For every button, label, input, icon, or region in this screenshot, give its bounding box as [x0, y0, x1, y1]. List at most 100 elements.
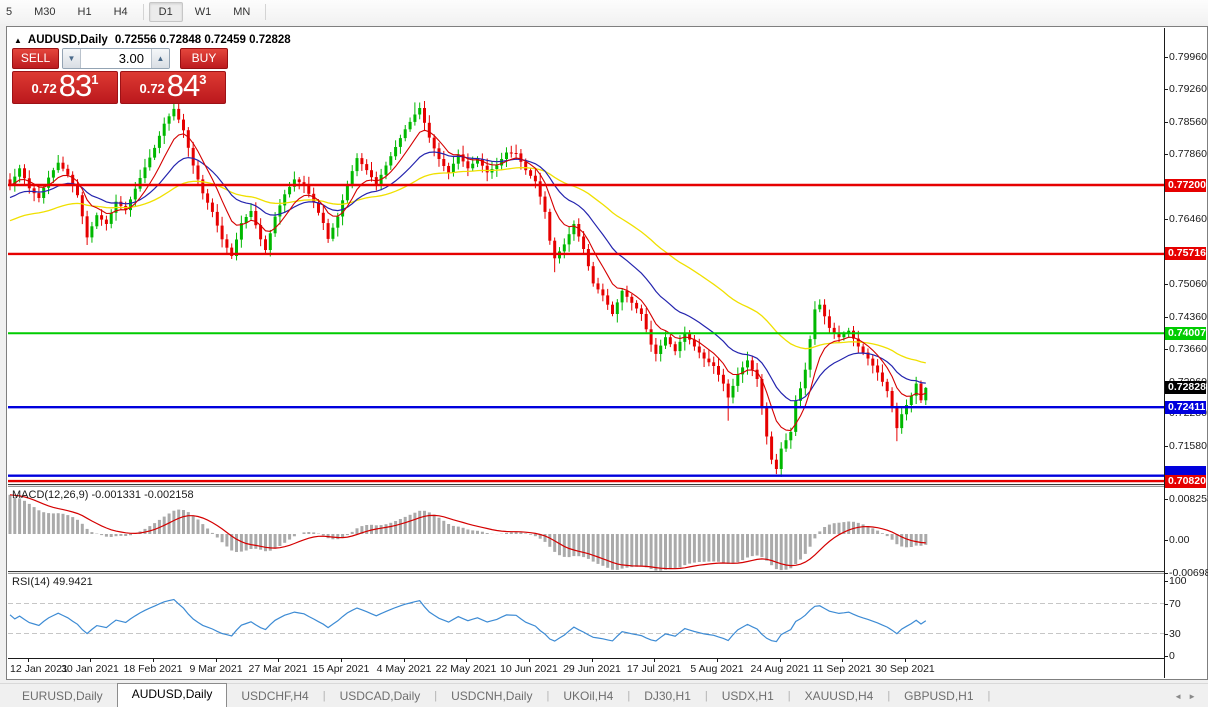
timeframe-button-mn[interactable]: MN	[223, 2, 260, 22]
date-axis-label: 5 Aug 2021	[690, 663, 744, 675]
date-axis-label: 9 Mar 2021	[189, 663, 243, 675]
timeframe-toolbar: 5 M30 H1 H4 D1 W1 MN	[0, 0, 1208, 24]
price-axis-tick-label: 0.77860	[1169, 148, 1207, 160]
price-axis-tick-label: 0.71580	[1169, 440, 1207, 452]
one-click-trade-panel: SELL ▼ ▲ BUY 0.72 83 1 0.72	[12, 48, 234, 104]
tab-separator: |	[987, 690, 991, 702]
buy-price-box[interactable]: 0.72 84 3	[120, 70, 226, 104]
date-axis-tick	[592, 659, 593, 662]
terminal-screen: 5 M30 H1 H4 D1 W1 MN MACD(12,26,9) -0.001331 -…	[0, 0, 1208, 707]
date-axis-tick	[28, 659, 29, 662]
date-axis-label: 30 Sep 2021	[875, 663, 935, 675]
price-axis-tick-label: 0.79260	[1169, 83, 1207, 95]
macd-pane[interactable]: MACD(12,26,9) -0.001331 -0.002158	[8, 487, 1164, 571]
date-axis-label: 17 Jul 2021	[626, 663, 682, 675]
chart-ohlc-values: 0.72556 0.72848 0.72459 0.72828	[114, 34, 291, 46]
volume-input[interactable]	[81, 49, 151, 68]
rsi-axis-label: 0	[1169, 650, 1175, 662]
rsi-axis-label: 100	[1169, 575, 1187, 587]
trade-panel-collapse-icon[interactable]: ▲	[14, 36, 22, 45]
tab-gbpusd-h1[interactable]: GBPUSD,H1	[890, 686, 987, 707]
price-axis-tick-label: 0.74360	[1169, 311, 1207, 323]
macd-axis-label: 0.00	[1169, 534, 1190, 546]
tab-usdchf-h4[interactable]: USDCHF,H4	[227, 686, 322, 707]
date-axis-label: 12 Jan 2021	[10, 663, 68, 675]
tab-eurusd-daily[interactable]: EURUSD,Daily	[8, 686, 117, 707]
date-axis-tick	[341, 659, 342, 662]
buy-button[interactable]: BUY	[180, 48, 228, 69]
timeframe-button-w1[interactable]: W1	[185, 2, 222, 22]
date-axis-tick	[90, 659, 91, 662]
price-axis-tick-label: 0.78560	[1169, 116, 1207, 128]
date-axis-tick	[654, 659, 655, 662]
tab-dj30-h1[interactable]: DJ30,H1	[630, 686, 705, 707]
timeframe-button-m30[interactable]: M30	[24, 2, 65, 22]
date-axis-tick	[529, 659, 530, 662]
current-price-label: 0.72828	[1165, 381, 1206, 394]
timeframe-button-h1[interactable]: H1	[68, 2, 102, 22]
sell-price-prefix: 0.72	[31, 81, 57, 96]
tab-usdx-h1[interactable]: USDX,H1	[708, 686, 788, 707]
tab-scroll-arrows[interactable]: ◄►	[1174, 692, 1202, 701]
chart-window: MACD(12,26,9) -0.001331 -0.002158 RSI(14…	[6, 26, 1208, 680]
date-axis-tick	[842, 659, 843, 662]
date-axis-tick	[717, 659, 718, 662]
timeframe-button-h4[interactable]: H4	[104, 2, 138, 22]
rsi-label: RSI(14) 49.9421	[12, 576, 93, 588]
date-axis-label: 10 Jun 2021	[500, 663, 558, 675]
tab-scroll-right-icon[interactable]: ►	[1188, 692, 1202, 701]
sell-price-box[interactable]: 0.72 83 1	[12, 68, 118, 104]
price-axis-tick-label: 0.79960	[1169, 51, 1207, 63]
date-axis-tick	[216, 659, 217, 662]
macd-axis-label: 0.008253	[1169, 493, 1208, 505]
symbol-tab-bar: EURUSD,Daily AUDUSD,Daily USDCHF,H4 | USDCAD…	[0, 683, 1208, 707]
volume-stepper: ▼ ▲	[62, 48, 170, 69]
date-axis-tick	[466, 659, 467, 662]
rsi-axis-label: 30	[1169, 628, 1181, 640]
level-price-label: 0.74007	[1165, 327, 1206, 340]
date-axis-label: 11 Sep 2021	[812, 663, 872, 675]
sell-price-sup: 1	[91, 72, 99, 87]
date-axis-label: 15 Apr 2021	[312, 663, 370, 675]
volume-increase-icon[interactable]: ▲	[151, 49, 169, 68]
price-axis-tick-label: 0.75060	[1169, 278, 1207, 290]
date-axis-label: 4 May 2021	[376, 663, 432, 675]
timeframe-button-5[interactable]: 5	[2, 2, 22, 22]
date-axis-tick	[278, 659, 279, 662]
buy-price-prefix: 0.72	[139, 81, 165, 96]
tab-scroll-left-icon[interactable]: ◄	[1174, 692, 1188, 701]
date-axis-tick	[404, 659, 405, 662]
toolbar-separator	[265, 4, 267, 20]
toolbar-separator	[142, 4, 144, 20]
chart-title: ▲ AUDUSD,Daily 0.72556 0.72848 0.72459 0…	[14, 34, 291, 46]
tab-audusd-daily[interactable]: AUDUSD,Daily	[116, 683, 228, 707]
price-axis[interactable]: 0.79960 0.79260 0.78560 0.77860 0.76460 0.750…	[1164, 28, 1208, 678]
price-axis-tick-label: 0.73660	[1169, 343, 1207, 355]
level-price-label: 0.77200	[1165, 179, 1206, 192]
tab-xauusd-h4[interactable]: XAUUSD,H4	[791, 686, 888, 707]
date-axis-tick	[153, 659, 154, 662]
level-price-label: 0.72411	[1165, 401, 1206, 414]
tab-usdcnh-daily[interactable]: USDCNH,Daily	[437, 686, 546, 707]
date-axis-label: 30 Jan 2021	[61, 663, 119, 675]
date-axis-label: 18 Feb 2021	[123, 663, 183, 675]
tab-usdcad-daily[interactable]: USDCAD,Daily	[326, 686, 435, 707]
date-axis-label: 29 Jun 2021	[563, 663, 621, 675]
timeframe-button-d1[interactable]: D1	[148, 2, 183, 22]
level-price-label: 0.75716	[1165, 247, 1206, 260]
date-axis-label: 27 Mar 2021	[248, 663, 308, 675]
sell-button[interactable]: SELL	[12, 48, 59, 69]
date-axis-label: 22 May 2021	[435, 663, 497, 675]
price-axis-tick-label: 0.76460	[1169, 213, 1207, 225]
tab-ukoil-h4[interactable]: UKOil,H4	[549, 686, 627, 707]
sell-price-big: 83	[58, 68, 92, 103]
rsi-pane[interactable]: RSI(14) 49.9421	[8, 574, 1164, 658]
date-axis-tick	[905, 659, 906, 662]
rsi-axis-label: 70	[1169, 598, 1181, 610]
chart-symbol-label: AUDUSD,Daily	[27, 34, 108, 46]
macd-label: MACD(12,26,9) -0.001331 -0.002158	[12, 489, 194, 501]
date-axis[interactable]: 12 Jan 2021 30 Jan 2021 18 Feb 2021 9 Mar 2…	[8, 658, 1164, 678]
level-price-label: 0.70820	[1165, 475, 1206, 488]
volume-decrease-icon[interactable]: ▼	[63, 49, 81, 68]
buy-price-sup: 3	[199, 72, 207, 87]
